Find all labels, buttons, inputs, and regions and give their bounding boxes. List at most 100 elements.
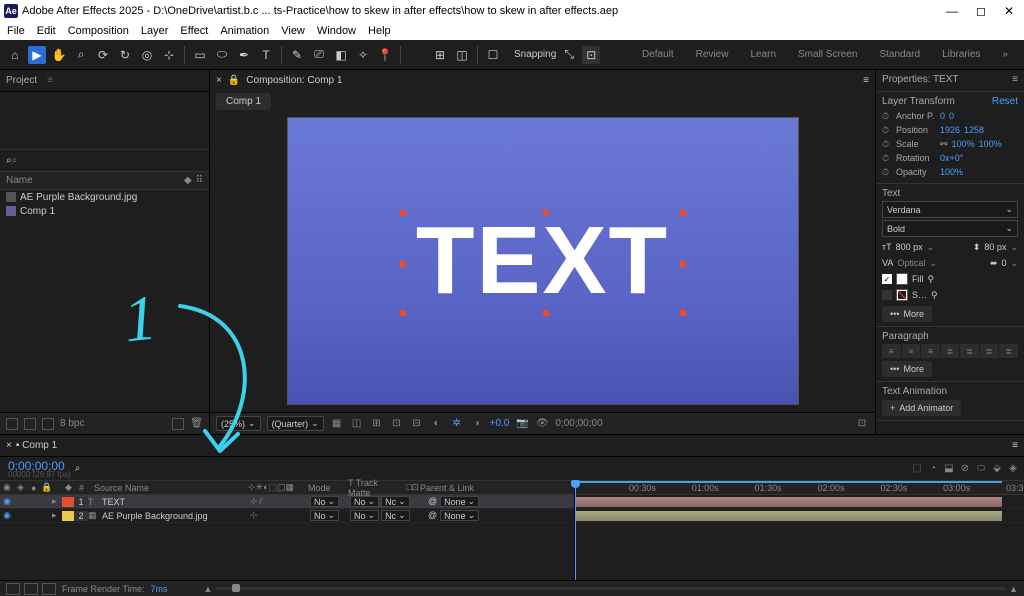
transform-handle[interactable] (543, 210, 549, 216)
twirl-icon[interactable]: ▸ (52, 496, 62, 507)
exposure-reset-icon[interactable]: ◑ (470, 417, 484, 431)
align-center[interactable]: ≡ (902, 344, 921, 358)
orbit-tool[interactable]: ⟳ (94, 46, 112, 64)
pickwhip-icon[interactable]: @ (428, 496, 437, 507)
color-mgmt-icon[interactable]: ✲ (450, 417, 464, 431)
menu-effect[interactable]: Effect (177, 25, 211, 37)
transform-handle[interactable] (400, 210, 406, 216)
project-search-input[interactable] (12, 155, 203, 166)
toggle-modes-icon[interactable] (24, 583, 38, 595)
composition-viewer[interactable]: TEXT (210, 110, 875, 412)
parent-dd[interactable]: None⌄ (440, 496, 479, 507)
menu-animation[interactable]: Animation (217, 25, 272, 37)
project-panel-title[interactable]: Project (6, 75, 37, 86)
menu-file[interactable]: File (4, 25, 28, 37)
roto-tool[interactable]: ✧ (354, 46, 372, 64)
toggle-guides-icon[interactable]: ⊟ (410, 417, 424, 431)
col-parent[interactable]: Parent & Link (417, 483, 477, 493)
canvas[interactable]: TEXT (287, 117, 799, 405)
align-left[interactable]: ≡ (882, 344, 901, 358)
layer-color[interactable] (62, 511, 74, 521)
zoom-dropdown[interactable]: (25%)⌄ (216, 416, 261, 431)
puppet-tool[interactable]: 📍 (376, 46, 394, 64)
stopwatch-icon[interactable]: ⏱ (882, 139, 892, 149)
stroke-checkbox[interactable] (882, 290, 892, 300)
project-item[interactable]: AE Purple Background.jpg (0, 190, 209, 204)
col-mode[interactable]: Mode (305, 483, 345, 493)
menu-view[interactable]: View (278, 25, 308, 37)
zoom-tool[interactable]: ⌕ (72, 46, 90, 64)
justify-all[interactable]: ≣ (999, 344, 1018, 358)
panel-menu-icon[interactable]: ≡ (47, 75, 53, 86)
panel-menu-icon[interactable]: ≡ (1012, 440, 1018, 451)
toggle-safe-icon[interactable]: ⊞ (370, 417, 384, 431)
parent-dd[interactable]: None⌄ (440, 510, 479, 521)
align-right[interactable]: ≡ (921, 344, 940, 358)
clone-tool[interactable]: ⎚ (310, 46, 328, 64)
layer-track[interactable] (575, 495, 1024, 509)
rectangle-tool[interactable]: ▭ (191, 46, 209, 64)
opacity-val[interactable]: 100% (940, 167, 963, 177)
exposure-value[interactable]: +0.0 (490, 418, 510, 429)
toggle-switches-icon[interactable] (6, 583, 20, 595)
col-name[interactable]: Name (6, 175, 33, 186)
kerning-dd[interactable]: Optical (897, 258, 925, 268)
justify-right[interactable]: ≣ (980, 344, 999, 358)
workspace-libraries[interactable]: Libraries (932, 45, 990, 64)
workspace-small[interactable]: Small Screen (788, 45, 867, 64)
tl-draft3d-icon[interactable]: ⬙ (990, 462, 1004, 476)
twirl-icon[interactable]: ▸ (52, 510, 62, 521)
preview-timecode[interactable]: 0;00;00;00 (555, 418, 602, 429)
lock-icon[interactable]: 🔒 (228, 75, 240, 86)
transform-handle[interactable] (680, 261, 686, 267)
unified-camera-tool[interactable]: ◎ (138, 46, 156, 64)
col-source-name[interactable]: Source Name (90, 483, 245, 493)
add-animator-button[interactable]: + Add Animator (882, 400, 961, 416)
transform-handle[interactable] (680, 210, 686, 216)
tracking-val[interactable]: 0 (1001, 258, 1006, 268)
justify-left[interactable]: ≣ (941, 344, 960, 358)
composition-tab[interactable]: Composition: Comp 1 (246, 75, 342, 86)
timeline-zoom-slider[interactable]: ▲ ▲ (174, 584, 1018, 594)
new-bin-icon[interactable] (172, 418, 184, 430)
snap-toggle[interactable]: ☐ (484, 46, 502, 64)
more-text-button[interactable]: ••• More (882, 306, 932, 322)
workspace-default[interactable]: Default (632, 45, 684, 64)
track-matte-dd[interactable]: Nc⌄ (381, 496, 410, 507)
bpc-button[interactable]: 8 bpc (60, 418, 84, 429)
panel-menu-icon[interactable]: ≡ (1012, 74, 1018, 85)
pickwhip-icon[interactable]: @ (428, 510, 437, 521)
zoom-out-icon[interactable]: ▲ (204, 584, 213, 594)
new-folder-icon[interactable] (24, 418, 36, 430)
close-tab-icon[interactable]: × (216, 75, 222, 86)
ellipse-tool[interactable]: ⬭ (213, 46, 231, 64)
snap-options-icon[interactable]: ⤡ (560, 46, 578, 64)
reset-link[interactable]: Reset (992, 96, 1018, 107)
layer-row[interactable]: ◉ ▸ 1 T TEXT ⊹/ No⌄ No⌄Nc⌄ @None⌄ (0, 495, 574, 509)
playhead[interactable] (575, 481, 576, 580)
anchor-x[interactable]: 0 (940, 111, 945, 121)
zoom-in-icon[interactable]: ▲ (1009, 584, 1018, 594)
stopwatch-icon[interactable]: ⏱ (882, 125, 892, 135)
show-snapshot-icon[interactable]: 👁 (535, 417, 549, 431)
workspace-overflow[interactable]: » (992, 45, 1018, 64)
eyedropper-icon[interactable]: ⚲ (931, 290, 938, 301)
new-comp-icon[interactable] (42, 418, 54, 430)
viewer-3d-icon[interactable]: ⊡ (855, 417, 869, 431)
justify-center[interactable]: ≣ (960, 344, 979, 358)
visibility-toggle[interactable]: ◉ (0, 496, 14, 507)
eraser-tool[interactable]: ◧ (332, 46, 350, 64)
fill-checkbox[interactable]: ✓ (882, 274, 892, 284)
layer-name[interactable]: TEXT (100, 497, 250, 507)
weight-dropdown[interactable]: Bold⌄ (882, 220, 1018, 237)
menu-layer[interactable]: Layer (138, 25, 172, 37)
layer-color[interactable] (62, 497, 74, 507)
transform-handle[interactable] (680, 310, 686, 316)
layer-track[interactable] (575, 509, 1024, 523)
viewer-menu-icon[interactable]: ≡ (863, 75, 869, 86)
layer-bar[interactable] (575, 497, 1002, 507)
maximize-button[interactable]: ◻ (976, 4, 986, 18)
selection-tool[interactable]: ▶ (28, 46, 46, 64)
rotate-tool[interactable]: ↻ (116, 46, 134, 64)
snap-mode-icon[interactable]: ⊡ (582, 46, 600, 64)
